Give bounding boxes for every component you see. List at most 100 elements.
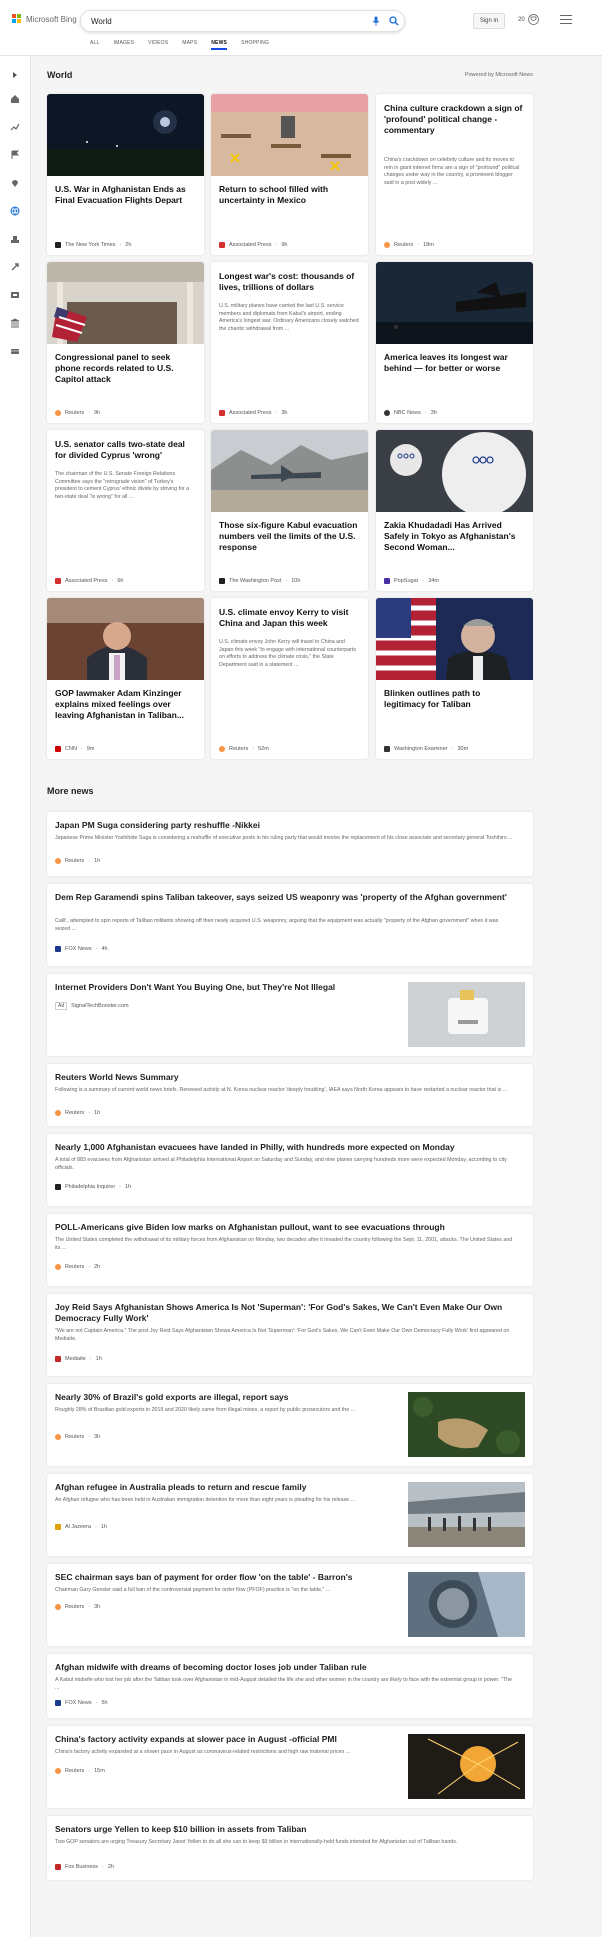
money-icon[interactable] bbox=[8, 232, 22, 246]
card-title: Zakia Khudadadi Has Arrived Safely in To… bbox=[384, 520, 516, 552]
world-section-title: World bbox=[47, 70, 73, 80]
source-logo-icon bbox=[384, 578, 390, 584]
source-logo-icon bbox=[55, 578, 61, 584]
news-list-item[interactable]: Japan PM Suga considering party reshuffl… bbox=[47, 812, 533, 876]
tab-maps[interactable]: MAPS bbox=[182, 40, 211, 50]
item-title: Afghan refugee in Australia pleads to re… bbox=[55, 1482, 307, 1492]
card-source: Associated Press · 3h bbox=[219, 410, 287, 416]
item-description: An Afghan refugee who has been held in A… bbox=[55, 1497, 356, 1503]
source-logo-icon bbox=[55, 242, 61, 248]
card-title: U.S. senator calls two-state deal for di… bbox=[55, 439, 185, 460]
item-title: Dem Rep Garamendi spins Taliban takeover… bbox=[55, 892, 507, 902]
sign-in-button[interactable]: Sign in bbox=[473, 13, 505, 29]
card-source: The Washington Post · 10h bbox=[219, 578, 300, 584]
news-card[interactable]: Congressional panel to seek phone record… bbox=[47, 262, 204, 423]
search-box bbox=[80, 10, 405, 32]
news-list-item[interactable]: Reuters World News Summary Following is … bbox=[47, 1064, 533, 1126]
news-list-item[interactable]: Nearly 30% of Brazil's gold exports are … bbox=[47, 1384, 533, 1466]
news-card[interactable]: America leaves its longest war behind — … bbox=[376, 262, 533, 423]
news-card[interactable]: U.S. senator calls two-state deal for di… bbox=[47, 430, 204, 591]
item-title: Nearly 1,000 Afghanistan evacuees have l… bbox=[55, 1142, 455, 1152]
header: Microsoft Bing Sign in 20 ALL IMAGES VID… bbox=[0, 0, 602, 56]
item-description: Two GOP senators are urging Treasury Sec… bbox=[55, 1839, 458, 1845]
card-image bbox=[376, 262, 533, 344]
news-card[interactable]: China culture crackdown a sign of 'profo… bbox=[376, 94, 533, 255]
item-thumbnail bbox=[408, 1392, 525, 1457]
news-card[interactable]: GOP lawmaker Adam Kinzinger explains mix… bbox=[47, 598, 204, 759]
card-description: U.S. climate envoy John Kerry will trave… bbox=[219, 639, 357, 668]
entertainment-icon[interactable] bbox=[8, 288, 22, 302]
search-icon[interactable] bbox=[389, 16, 399, 26]
flag-icon[interactable] bbox=[8, 148, 22, 162]
tab-videos[interactable]: VIDEOS bbox=[148, 40, 182, 50]
card-source: Associated Press · 6h bbox=[55, 578, 123, 584]
microphone-icon[interactable] bbox=[372, 16, 380, 27]
tab-images[interactable]: IMAGES bbox=[114, 40, 149, 50]
trending-icon[interactable] bbox=[8, 120, 22, 134]
source-logo-icon bbox=[55, 746, 61, 752]
powered-by-label[interactable]: Powered by Microsoft News bbox=[465, 72, 533, 78]
bing-logo[interactable]: Microsoft Bing bbox=[12, 14, 77, 24]
source-logo-icon bbox=[219, 746, 225, 752]
source-logo-icon bbox=[55, 1524, 61, 1530]
sports-icon[interactable] bbox=[8, 344, 22, 358]
item-source: FOX News · 5h bbox=[55, 1700, 108, 1706]
news-list-item[interactable]: Afghan refugee in Australia pleads to re… bbox=[47, 1474, 533, 1556]
news-card[interactable]: Longest war's cost: thousands of lives, … bbox=[211, 262, 368, 423]
item-title: SEC chairman says ban of payment for ord… bbox=[55, 1572, 353, 1582]
card-title: GOP lawmaker Adam Kinzinger explains mix… bbox=[55, 688, 184, 720]
news-card[interactable]: Blinken outlines path to legitimacy for … bbox=[376, 598, 533, 759]
item-source: Ad SignalTechBooster.com bbox=[55, 1002, 129, 1010]
rewards-trophy-icon bbox=[527, 14, 539, 25]
card-source: Associated Press · 9h bbox=[219, 242, 287, 248]
item-source: Mediaite · 1h bbox=[55, 1356, 102, 1362]
item-title: Senators urge Yellen to keep $10 billion… bbox=[55, 1824, 307, 1834]
item-thumbnail bbox=[408, 1734, 525, 1799]
card-description: China's crackdown on celebrity culture a… bbox=[384, 157, 520, 186]
item-source: Reuters · 2h bbox=[55, 1264, 100, 1270]
search-input[interactable] bbox=[91, 15, 341, 28]
news-list-item[interactable]: POLL-Americans give Biden low marks on A… bbox=[47, 1214, 533, 1286]
politics-icon[interactable] bbox=[8, 316, 22, 330]
item-source: Philadelphia Inquirer · 1h bbox=[55, 1184, 131, 1190]
tab-shopping[interactable]: SHOPPING bbox=[241, 40, 283, 50]
tab-all[interactable]: ALL bbox=[90, 40, 114, 50]
source-logo-icon bbox=[55, 1604, 61, 1610]
card-title: Longest war's cost: thousands of lives, … bbox=[219, 271, 355, 292]
tab-news[interactable]: NEWS bbox=[211, 40, 228, 50]
item-source: Reuters · 3h bbox=[55, 1434, 100, 1440]
rewards-button[interactable]: 20 bbox=[518, 14, 539, 25]
news-list-item[interactable]: Afghan midwife with dreams of becoming d… bbox=[47, 1654, 533, 1718]
sponsored-list-item[interactable]: Internet Providers Don't Want You Buying… bbox=[47, 974, 533, 1056]
item-description: Japanese Prime Minister Yoshihide Suga i… bbox=[55, 835, 513, 841]
news-list-item[interactable]: SEC chairman says ban of payment for ord… bbox=[47, 1564, 533, 1646]
home-icon[interactable] bbox=[8, 92, 22, 106]
globe-world-icon[interactable] bbox=[8, 204, 22, 218]
card-title: Congressional panel to seek phone record… bbox=[55, 352, 174, 384]
news-list-item[interactable]: China's factory activity expands at slow… bbox=[47, 1726, 533, 1808]
card-image bbox=[376, 598, 533, 680]
news-card[interactable]: U.S. climate envoy Kerry to visit China … bbox=[211, 598, 368, 759]
news-card[interactable]: U.S. War in Afghanistan Ends as Final Ev… bbox=[47, 94, 204, 255]
source-logo-icon bbox=[55, 1434, 61, 1440]
news-list-item[interactable]: Senators urge Yellen to keep $10 billion… bbox=[47, 1816, 533, 1880]
item-source: Reuters · 1h bbox=[55, 1110, 100, 1116]
source-logo-icon bbox=[55, 1864, 61, 1870]
rocket-science-icon[interactable] bbox=[8, 260, 22, 274]
expand-sidebar-icon[interactable] bbox=[8, 68, 22, 82]
card-source: PopSugar · 34m bbox=[384, 578, 439, 584]
news-list-item[interactable]: Joy Reid Says Afghanistan Shows America … bbox=[47, 1294, 533, 1376]
location-pin-icon[interactable] bbox=[8, 176, 22, 190]
news-card[interactable]: Return to school filled with uncertainty… bbox=[211, 94, 368, 255]
news-list-item[interactable]: Nearly 1,000 Afghanistan evacuees have l… bbox=[47, 1134, 533, 1206]
news-card[interactable]: Those six-figure Kabul evacuation number… bbox=[211, 430, 368, 591]
news-list-item[interactable]: Dem Rep Garamendi spins Taliban takeover… bbox=[47, 884, 533, 966]
card-title: China culture crackdown a sign of 'profo… bbox=[384, 103, 523, 135]
hamburger-menu-icon[interactable] bbox=[560, 15, 572, 25]
card-source: CNN · 9m bbox=[55, 746, 94, 752]
item-source: FOX News · 4h bbox=[55, 946, 108, 952]
news-card[interactable]: Zakia Khudadadi Has Arrived Safely in To… bbox=[376, 430, 533, 591]
item-description: Chairman Gary Gensler said a full ban of… bbox=[55, 1587, 331, 1593]
item-title: POLL-Americans give Biden low marks on A… bbox=[55, 1222, 445, 1232]
item-source: Fox Business · 2h bbox=[55, 1864, 114, 1870]
